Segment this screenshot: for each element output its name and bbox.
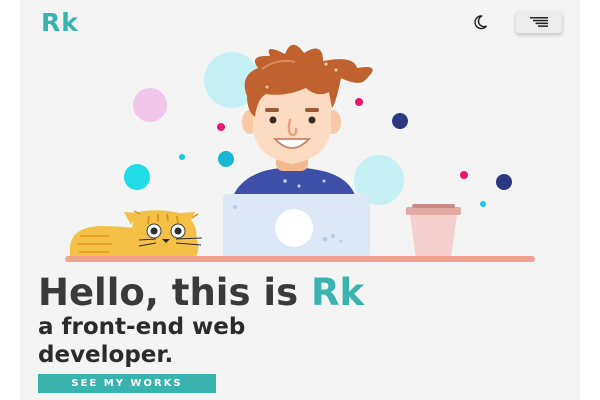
see-my-works-button[interactable]: SEE MY WORKS xyxy=(38,374,216,393)
hero-illustration xyxy=(65,44,535,262)
hero-title-prefix: Hello, this is xyxy=(38,271,311,314)
hero-title-name: Rk xyxy=(310,271,365,314)
desk xyxy=(65,256,535,262)
portfolio-page: Rk Hello, this is Rk a front-end web dev… xyxy=(20,0,580,400)
cat-icon xyxy=(70,210,203,258)
laptop-icon xyxy=(223,194,370,258)
hero-title: Hello, this is Rk xyxy=(38,271,364,315)
hero-subtitle: a front-end web developer. xyxy=(38,314,246,368)
coffee-cup-icon xyxy=(406,204,461,258)
